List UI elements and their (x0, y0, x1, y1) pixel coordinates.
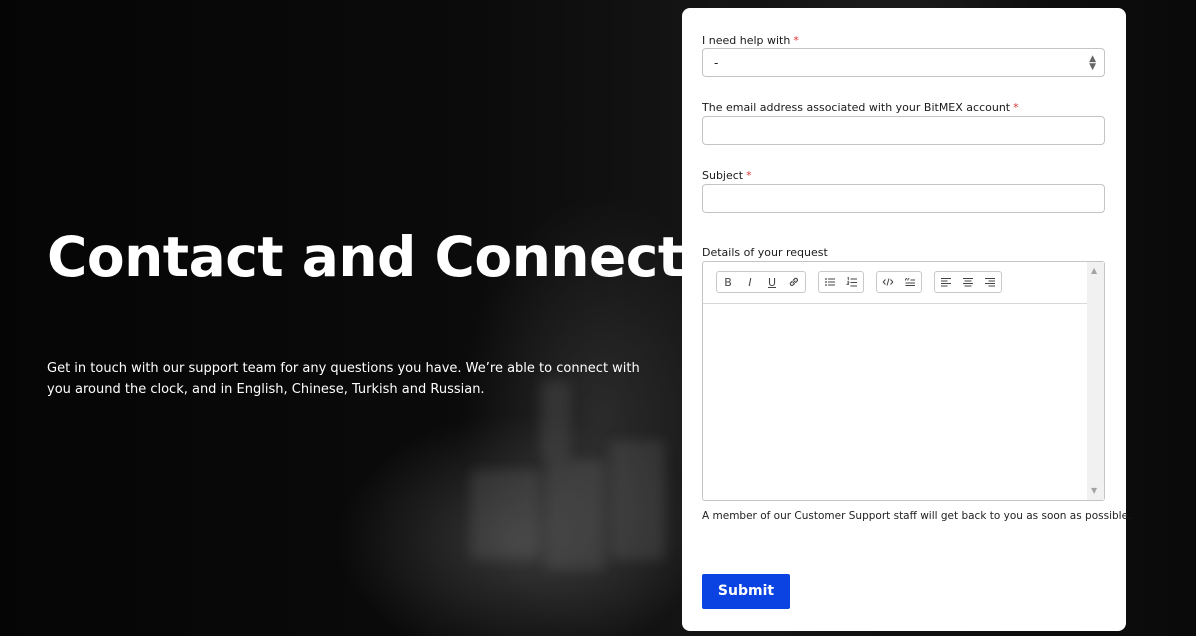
scroll-up-icon[interactable]: ▲ (1091, 266, 1097, 275)
underline-button[interactable]: U (761, 272, 783, 292)
align-right-button[interactable] (979, 272, 1001, 292)
required-mark: * (793, 34, 799, 47)
italic-button[interactable]: I (739, 272, 761, 292)
link-icon (789, 277, 798, 286)
code-icon (882, 278, 894, 286)
format-group: B I U (716, 271, 806, 293)
bold-button[interactable]: B (717, 272, 739, 292)
background-decoration (610, 440, 665, 560)
email-label-text: The email address associated with your B… (702, 101, 1011, 114)
select-arrows-icon: ▲ ▼ (1089, 54, 1096, 72)
page-title: Contact and Connect (47, 225, 684, 289)
align-left-button[interactable] (935, 272, 957, 292)
required-mark: * (1013, 101, 1019, 114)
help-with-select[interactable]: - ▲ ▼ (702, 48, 1105, 77)
italic-icon: I (748, 275, 752, 289)
background-decoration (545, 460, 605, 570)
subject-label: Subject * (702, 169, 752, 182)
numbered-list-icon (846, 276, 857, 287)
subject-label-text: Subject (702, 169, 744, 182)
required-mark: * (746, 169, 752, 182)
align-left-icon (941, 278, 951, 287)
code-button[interactable] (877, 272, 899, 292)
align-right-icon (985, 278, 995, 287)
email-field[interactable] (702, 116, 1105, 145)
submit-button[interactable]: Submit (702, 574, 790, 609)
details-label: Details of your request (702, 246, 828, 259)
bold-icon: B (724, 275, 732, 289)
bullet-list-button[interactable] (819, 272, 841, 292)
align-center-button[interactable] (957, 272, 979, 292)
email-label: The email address associated with your B… (702, 101, 1019, 114)
help-with-selected-value: - (714, 56, 719, 70)
quote-icon (905, 278, 915, 286)
bullet-list-icon (825, 278, 835, 286)
scroll-down-icon[interactable]: ▼ (1091, 486, 1097, 495)
page-description: Get in touch with our support team for a… (47, 361, 640, 397)
support-helper-text: A member of our Customer Support staff w… (702, 510, 1132, 522)
contact-form: I need help with * - ▲ ▼ The email address… (682, 8, 1131, 631)
underline-icon: U (767, 275, 777, 289)
quote-button[interactable] (899, 272, 921, 292)
link-button[interactable] (783, 272, 805, 292)
details-textarea[interactable] (703, 304, 1087, 500)
code-group (876, 271, 922, 293)
align-center-icon (963, 278, 973, 287)
editor-toolbar: B I U (703, 262, 1087, 304)
contact-page: Contact and Connect Get in touch with ou… (0, 0, 1196, 636)
subject-field[interactable] (702, 184, 1105, 213)
numbered-list-button[interactable] (841, 272, 863, 292)
help-with-label-text: I need help with (702, 34, 791, 47)
list-group (818, 271, 864, 293)
help-with-label: I need help with * (702, 34, 799, 47)
editor-scrollbar[interactable]: ▲ ▼ (1087, 262, 1104, 500)
background-decoration (470, 470, 540, 560)
align-group (934, 271, 1002, 293)
details-editor[interactable]: B I U ▲ ▼ (702, 261, 1105, 501)
